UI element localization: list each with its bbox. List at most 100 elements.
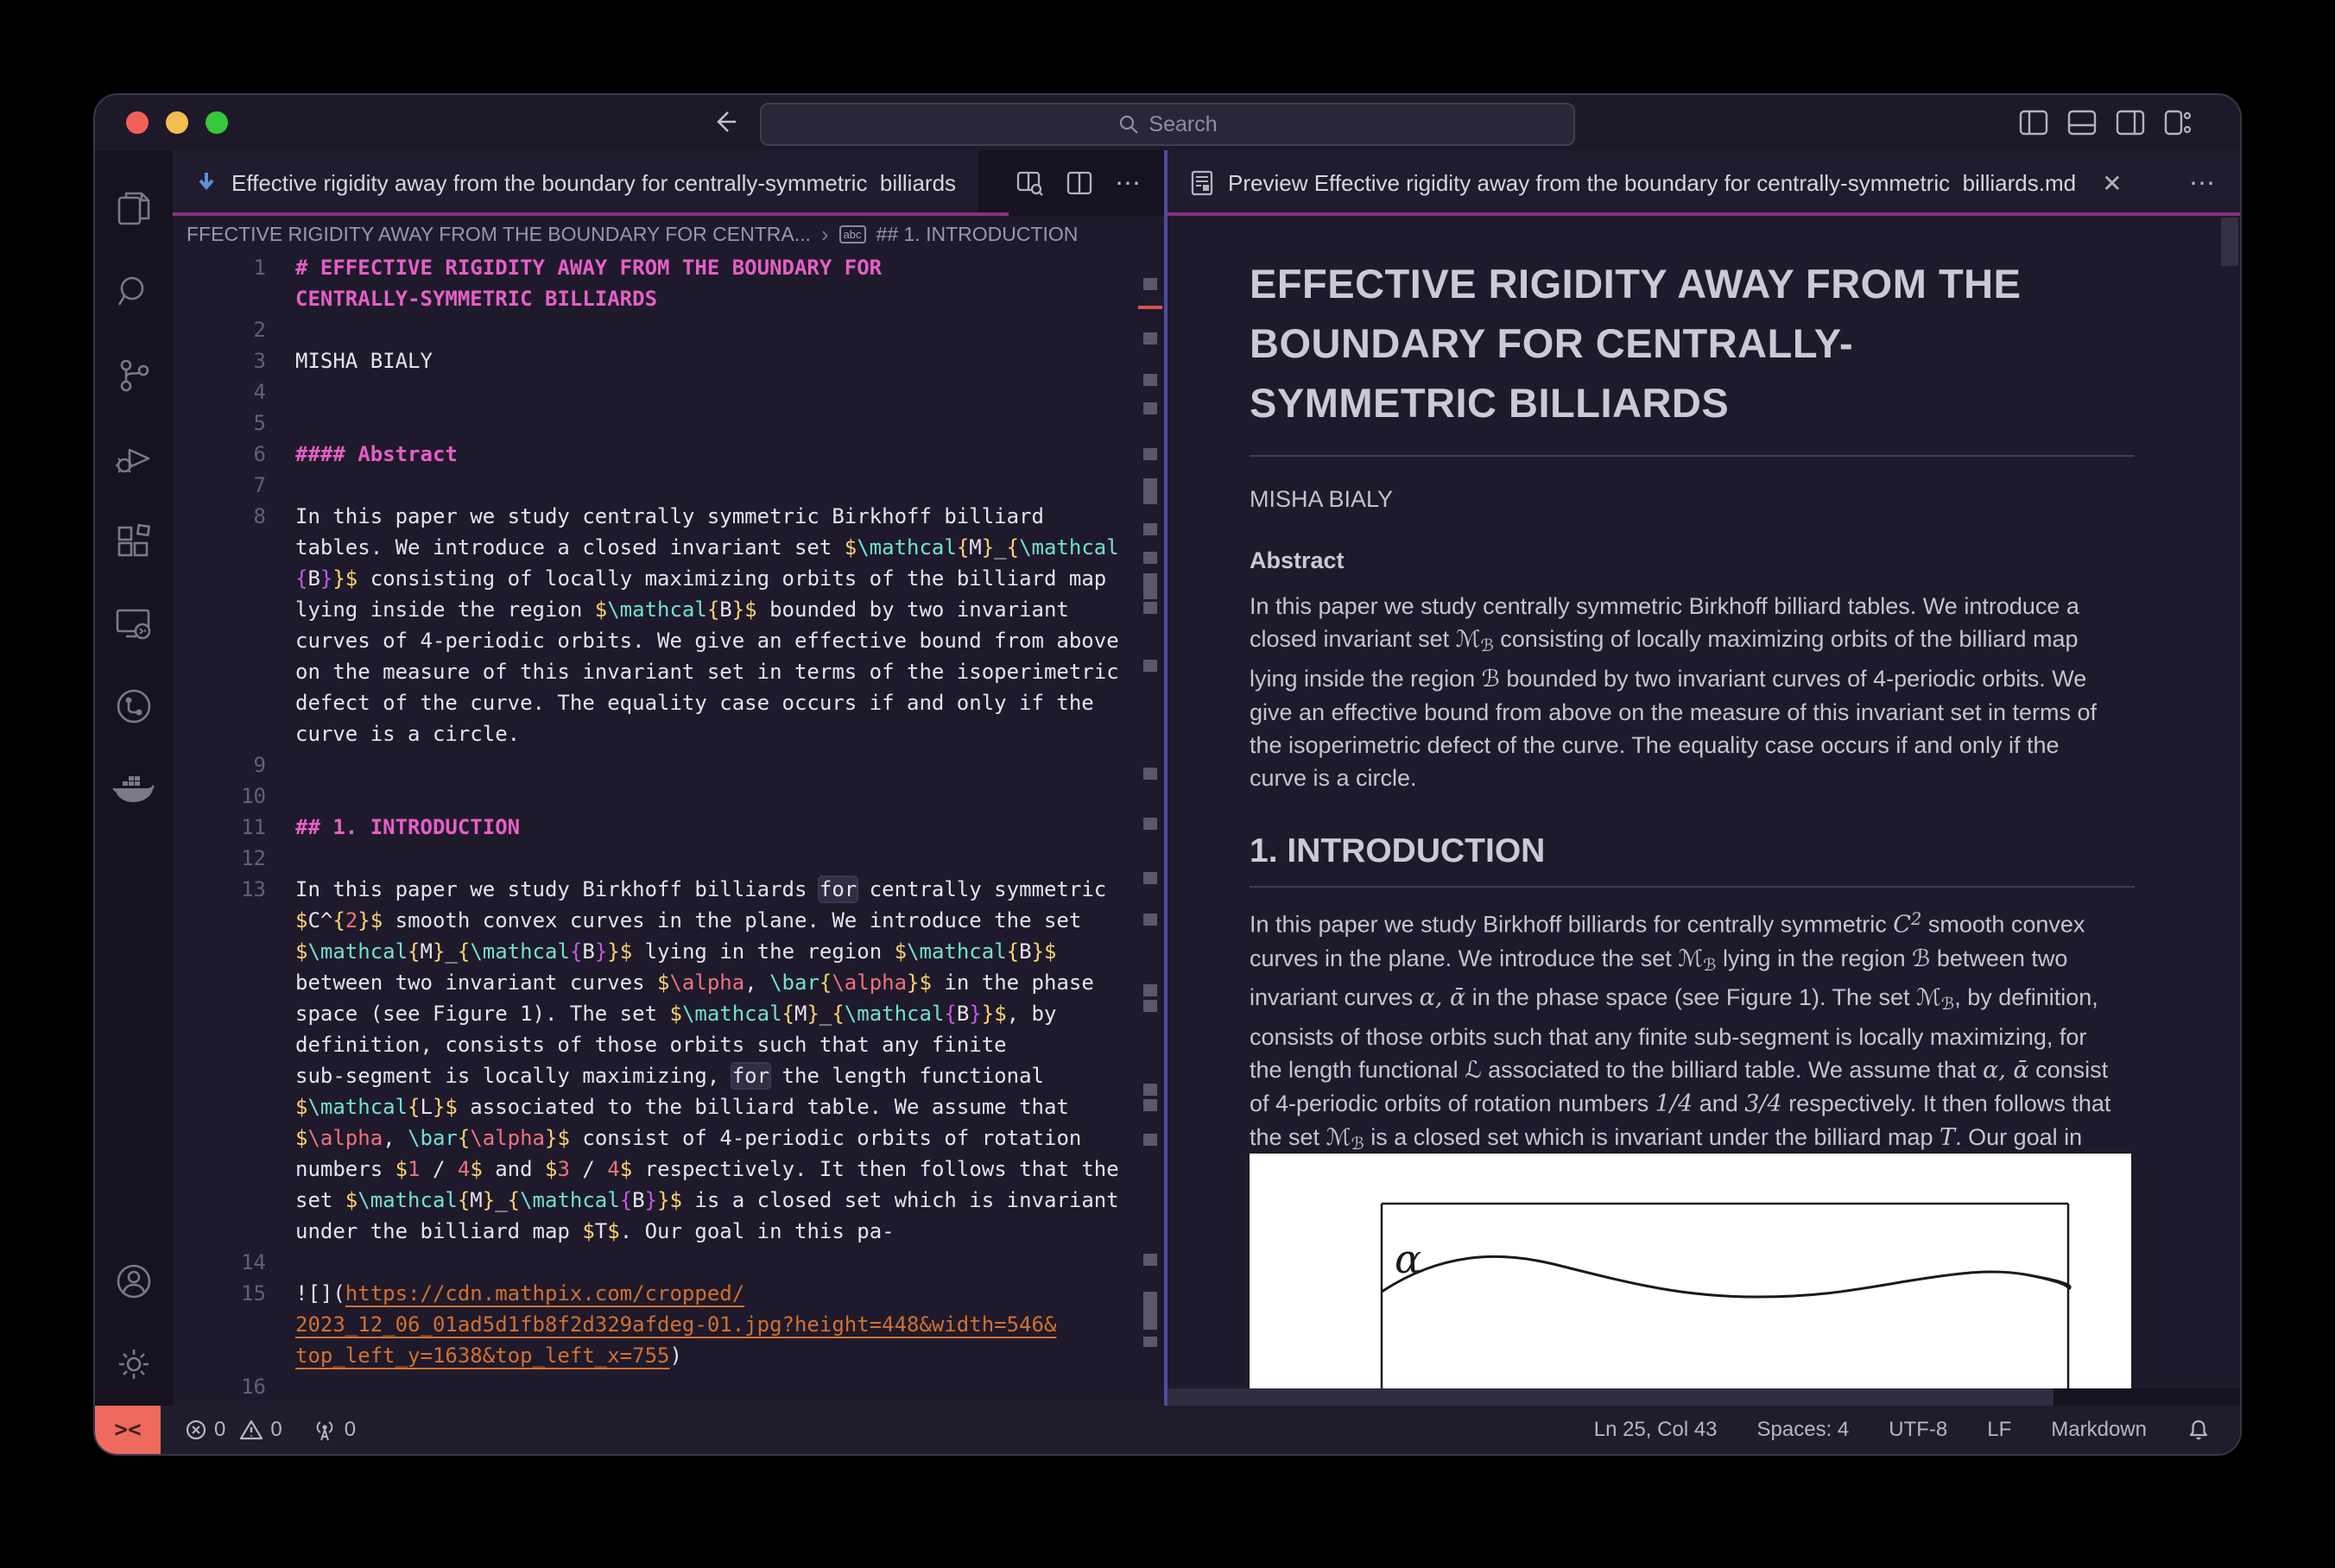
code-line[interactable]: under the billiard map $T$. Our goal in … <box>173 1216 1138 1247</box>
active-tab-indicator <box>173 212 1009 216</box>
code-line[interactable]: tables. We introduce a closed invariant … <box>173 532 1138 563</box>
split-editor-icon[interactable] <box>1066 170 1092 196</box>
git-graph-icon[interactable] <box>95 665 173 748</box>
code-line[interactable]: between two invariant curves $\alpha, \b… <box>173 967 1138 998</box>
ports-indicator[interactable]: 0 <box>312 1418 356 1442</box>
preview-vertical-scrollbar[interactable] <box>2221 218 2238 266</box>
code-line[interactable]: set $\mathcal{M}_{\mathcal{B}}$ is a clo… <box>173 1185 1138 1216</box>
breadcrumb-file[interactable]: FFECTIVE RIGIDITY AWAY FROM THE BOUNDARY… <box>187 223 811 246</box>
code-line[interactable]: top_left_y=1638&top_left_x=755) <box>173 1340 1138 1371</box>
code-line[interactable]: on the measure of this invariant set in … <box>173 656 1138 687</box>
preview-tab-label: Preview Effective rigidity away from the… <box>1228 170 2076 197</box>
cursor-position[interactable]: Ln 25, Col 43 <box>1594 1418 1718 1442</box>
code-line[interactable]: {B}}$ consisting of locally maximizing o… <box>173 563 1138 594</box>
search-icon[interactable] <box>95 250 173 333</box>
toggle-secondary-sidebar-icon[interactable] <box>2116 110 2145 136</box>
code-line[interactable]: 8In this paper we study centrally symmet… <box>173 501 1138 532</box>
code-line[interactable]: lying inside the region $\mathcal{B}$ bo… <box>173 594 1138 625</box>
language-mode[interactable]: Markdown <box>2051 1418 2147 1442</box>
line-number <box>173 936 266 967</box>
code-line[interactable]: 7 <box>173 470 1138 501</box>
line-number <box>173 1122 266 1154</box>
markdown-preview-pane[interactable]: EFFECTIVE RIGIDITY AWAY FROM THEBOUNDARY… <box>1168 216 2240 1388</box>
docker-icon[interactable] <box>95 748 173 831</box>
code-line[interactable]: 2023_12_06_01ad5d1fb8f2d329afdeg-01.jpg?… <box>173 1309 1138 1340</box>
breadcrumb-symbol[interactable]: ## 1. INTRODUCTION <box>876 223 1079 246</box>
customize-layout-icon[interactable] <box>2164 110 2193 136</box>
close-window-button[interactable] <box>126 111 149 134</box>
notifications-bell-icon[interactable] <box>2186 1418 2211 1442</box>
code-line[interactable]: curve is a circle. <box>173 718 1138 749</box>
line-number <box>173 1309 266 1340</box>
code-line[interactable]: $C^{2}$ smooth convex curves in the plan… <box>173 905 1138 936</box>
line-number: 9 <box>173 749 266 781</box>
code-line[interactable]: curves of 4-periodic orbits. We give an … <box>173 625 1138 656</box>
preview-horizontal-scrollbar[interactable] <box>1168 1388 2240 1406</box>
code-line[interactable]: CENTRALLY-SYMMETRIC BILLIARDS <box>173 283 1138 314</box>
intro-paragraph: In this paper we study Birkhoff billiard… <box>1250 903 2117 1193</box>
preview-file-icon <box>1190 170 1214 196</box>
settings-gear-icon[interactable] <box>95 1323 173 1406</box>
code-line[interactable]: 14 <box>173 1247 1138 1278</box>
overview-ruler[interactable] <box>1138 252 1164 1406</box>
status-bar: >< 0 0 0 Ln 25, Col 43 Spaces: 4 UTF-8 L… <box>95 1406 2240 1454</box>
breadcrumb[interactable]: FFECTIVE RIGIDITY AWAY FROM THE BOUNDARY… <box>173 216 1164 252</box>
code-line[interactable]: 9 <box>173 749 1138 781</box>
code-line[interactable]: defect of the curve. The equality case o… <box>173 687 1138 718</box>
encoding[interactable]: UTF-8 <box>1889 1418 1947 1442</box>
search-input[interactable]: Search <box>760 103 1575 146</box>
code-line[interactable]: $\alpha, \bar{\alpha}$ consist of 4-peri… <box>173 1122 1138 1154</box>
line-number: 2 <box>173 314 266 345</box>
code-line[interactable]: 5 <box>173 408 1138 439</box>
code-line[interactable]: 12 <box>173 843 1138 874</box>
preview-horizontal-scrollbar-thumb[interactable] <box>1168 1388 2053 1406</box>
code-line[interactable]: definition, consists of those orbits suc… <box>173 1029 1138 1060</box>
back-icon[interactable] <box>710 107 739 136</box>
code-line[interactable]: $\mathcal{M}_{\mathcal{B}}$ lying in the… <box>173 936 1138 967</box>
problems-indicator[interactable]: 0 0 <box>185 1418 282 1442</box>
code-line[interactable]: $\mathcal{L}$ associated to the billiard… <box>173 1091 1138 1122</box>
code-line[interactable]: 6#### Abstract <box>173 439 1138 470</box>
tab-markdown-file[interactable]: Effective rigidity away from the boundar… <box>173 150 978 216</box>
preview-actions-more-icon[interactable]: ⋯ <box>2189 168 2218 199</box>
close-tab-icon[interactable]: ✕ <box>2102 169 2122 198</box>
line-number: 10 <box>173 781 266 812</box>
code-line[interactable]: sub-segment is locally maximizing, for t… <box>173 1060 1138 1091</box>
code-line[interactable]: 3MISHA BIALY <box>173 345 1138 376</box>
editor-pane[interactable]: 1# EFFECTIVE RIGIDITY AWAY FROM THE BOUN… <box>173 252 1164 1406</box>
tab-markdown-preview[interactable]: Preview Effective rigidity away from the… <box>1168 150 2240 216</box>
code-line[interactable]: 1# EFFECTIVE RIGIDITY AWAY FROM THE BOUN… <box>173 252 1138 283</box>
line-number <box>173 687 266 718</box>
code-line[interactable]: numbers $1 / 4$ and $3 / 4$ respectively… <box>173 1154 1138 1185</box>
extensions-icon[interactable] <box>95 499 173 582</box>
code-line[interactable]: 16 <box>173 1371 1138 1402</box>
code-line[interactable]: 13In this paper we study Birkhoff billia… <box>173 874 1138 905</box>
minimize-window-button[interactable] <box>166 111 188 134</box>
zoom-window-button[interactable] <box>206 111 228 134</box>
account-icon[interactable] <box>95 1240 173 1323</box>
line-number <box>173 625 266 656</box>
eol-sequence[interactable]: LF <box>1987 1418 2011 1442</box>
remote-explorer-icon[interactable] <box>95 582 173 665</box>
code-line[interactable]: 2 <box>173 314 1138 345</box>
line-number <box>173 1340 266 1371</box>
editor-actions-more-icon[interactable]: ⋯ <box>1115 168 1143 199</box>
markdown-file-icon <box>195 171 218 195</box>
open-preview-icon[interactable] <box>1016 170 1044 196</box>
toggle-primary-sidebar-icon[interactable] <box>2019 110 2048 136</box>
indentation[interactable]: Spaces: 4 <box>1757 1418 1850 1442</box>
activity-bar <box>95 150 173 1406</box>
source-control-icon[interactable] <box>95 333 173 416</box>
code-line[interactable]: 15![](https://cdn.mathpix.com/cropped/ <box>173 1278 1138 1309</box>
code-line[interactable]: 4 <box>173 376 1138 408</box>
explorer-icon[interactable] <box>95 168 173 250</box>
run-debug-icon[interactable] <box>95 416 173 499</box>
code-line[interactable]: 11## 1. INTRODUCTION <box>173 812 1138 843</box>
code-line[interactable]: space (see Figure 1). The set $\mathcal{… <box>173 998 1138 1029</box>
code-line[interactable]: 10 <box>173 781 1138 812</box>
toggle-panel-icon[interactable] <box>2067 110 2097 136</box>
line-number: 1 <box>173 252 266 283</box>
line-number: 6 <box>173 439 266 470</box>
remote-indicator[interactable]: >< <box>95 1406 161 1454</box>
ports-count: 0 <box>345 1418 356 1442</box>
